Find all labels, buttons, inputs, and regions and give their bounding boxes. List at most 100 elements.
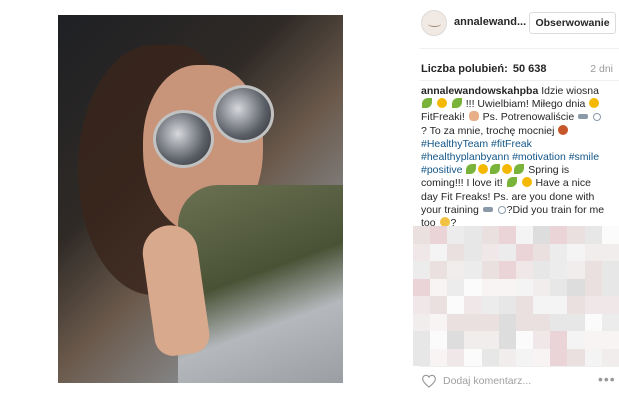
pixel-cell (413, 331, 431, 349)
avatar-icon[interactable] (421, 10, 447, 36)
post-header: annalewand... Obserwowanie (413, 10, 619, 38)
seedling-icon (466, 164, 477, 175)
pixel-cell (464, 296, 482, 314)
hashtag-link[interactable]: #HealthyTeam (421, 138, 488, 150)
pixel-cell (601, 348, 619, 366)
caption-text: Idzie wiosna (541, 85, 599, 97)
pixel-cell (498, 243, 516, 261)
pixel-cell (515, 226, 534, 244)
pixel-cell (515, 331, 534, 349)
post-caption: annalewandowskahpba Idzie wiosna !!! Uwi… (421, 85, 605, 230)
post-timestamp[interactable]: 2 dni (590, 63, 613, 75)
pixel-cell (515, 243, 534, 261)
caption-text: ? (421, 124, 427, 137)
username-link[interactable]: annalewand... (454, 16, 526, 28)
caption-text: FitFreaki! (421, 111, 465, 124)
likes-label: Liczba polubień: (421, 63, 508, 75)
pixel-cell (567, 296, 585, 314)
sun-icon (436, 98, 447, 109)
post-photo[interactable] (58, 15, 343, 383)
heart-icon[interactable] (421, 374, 437, 388)
pixel-cell (550, 313, 568, 331)
caption-author[interactable]: annalewandowskahpba (421, 85, 538, 97)
pixel-cell (601, 226, 619, 244)
pixel-cell (464, 313, 482, 331)
pixel-cell (533, 296, 551, 314)
pixel-cell (567, 348, 585, 366)
pixel-cell (584, 226, 602, 244)
likes-number: 50 638 (512, 63, 547, 75)
pixel-cell (498, 261, 516, 279)
hashtag-link[interactable]: #motivation (512, 151, 566, 163)
pixel-cell (430, 278, 448, 296)
pixel-cell (550, 331, 568, 349)
pixel-cell (464, 348, 482, 366)
pixel-cell (464, 278, 482, 296)
pixel-cell (567, 313, 585, 331)
pixel-cell (481, 348, 499, 366)
pixel-cell (601, 243, 619, 261)
pixel-cell (430, 331, 448, 349)
sun-icon (589, 98, 600, 109)
pixel-cell (413, 226, 431, 244)
female-sign-icon (497, 205, 506, 214)
hashtag-link[interactable]: #fitFreak (491, 138, 532, 150)
pixel-cell (550, 226, 568, 244)
sunglasses-lens-right (213, 85, 274, 143)
pixel-cell (584, 243, 602, 261)
pixel-cell (584, 278, 602, 296)
pixel-cell (447, 243, 465, 261)
pixel-cell (498, 348, 516, 366)
pixel-cell (464, 243, 482, 261)
follow-button[interactable]: Obserwowanie (529, 12, 616, 34)
pixel-cell (447, 348, 465, 366)
photo-jacket (178, 185, 343, 383)
hashtag-link[interactable]: #smile (569, 151, 599, 163)
more-options-icon[interactable]: ••• (598, 372, 616, 386)
post-sidebar: annalewand... Obserwowanie Liczba polubi… (413, 0, 619, 400)
pixel-cell (447, 296, 465, 314)
weightlifter-icon (482, 206, 493, 212)
pixel-cell (601, 331, 619, 349)
pixel-cell (584, 348, 602, 366)
pixel-cell (550, 296, 568, 314)
female-sign-icon (593, 113, 602, 122)
pixel-cell (481, 296, 499, 314)
pixel-cell (447, 331, 465, 349)
pixel-cell (515, 296, 534, 314)
pixel-cell (533, 278, 551, 296)
pixel-cell (550, 243, 568, 261)
pixel-cell (430, 296, 448, 314)
sun-icon (521, 177, 532, 188)
pixel-cell (550, 261, 568, 279)
pixel-cell (430, 261, 448, 279)
likes-count[interactable]: Liczba polubień: 50 638 (421, 63, 547, 75)
hashtag-link[interactable]: #positive (421, 164, 462, 176)
comment-input[interactable] (443, 372, 583, 390)
pixel-cell (481, 226, 499, 244)
caption-text: Ps. Potrenowaliście (482, 111, 575, 124)
pixel-cell (447, 278, 465, 296)
pixel-cell (533, 348, 551, 366)
seedling-icon (490, 164, 501, 175)
pixel-cell (464, 261, 482, 279)
pixel-cell (481, 261, 499, 279)
pixel-cell (515, 278, 534, 296)
post-card: annalewand... Obserwowanie Liczba polubi… (0, 0, 619, 400)
pixel-cell (481, 278, 499, 296)
pixel-cell (481, 331, 499, 349)
pixel-cell (430, 348, 448, 366)
pixel-cell (533, 243, 551, 261)
pixel-cell (567, 226, 585, 244)
hashtag-link[interactable]: #healthyplanbyann (421, 151, 509, 163)
pixel-cell (413, 296, 431, 314)
seedling-icon (514, 164, 525, 175)
pixel-cell (498, 278, 516, 296)
caption-text: To za mnie, trochę mocniej (429, 124, 555, 137)
pixel-cell (533, 226, 551, 244)
pixel-cell (430, 226, 448, 244)
pixel-cell (413, 243, 431, 261)
pixel-cell (413, 261, 431, 279)
pixel-cell (481, 243, 499, 261)
header-divider (420, 48, 619, 49)
